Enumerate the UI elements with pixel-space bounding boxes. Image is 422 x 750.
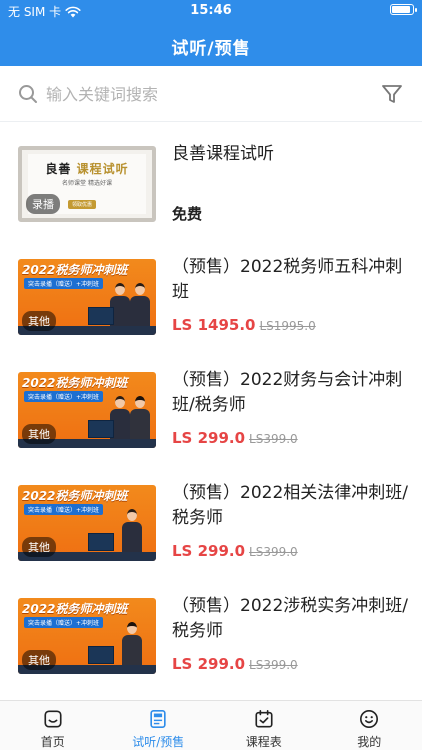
teacher-figure <box>130 283 150 326</box>
thumb-headline: 2022税务师冲刺班 <box>22 376 128 390</box>
course-title: （预售）2022税务师五科冲刺班 <box>172 257 403 302</box>
course-item[interactable]: 良善 课程试听 名师课堂 精选好课 领取优惠 录播 良善课程试听 免费 <box>0 130 422 243</box>
thumb-subline: 突击录播（赠送）+冲刺班 <box>24 617 104 628</box>
price: LS 299.0 <box>172 655 246 673</box>
course-thumbnail: 2022税务师冲刺班 突击录播（赠送）+冲刺班 其他 <box>18 485 156 561</box>
original-price: LS399.0 <box>249 545 298 559</box>
teacher-figure <box>122 509 142 552</box>
tab-home[interactable]: 首页 <box>0 701 106 750</box>
course-type-badge: 其他 <box>22 424 56 444</box>
course-type-badge: 其他 <box>22 650 56 670</box>
search-icon <box>19 85 37 103</box>
course-item[interactable]: 2022税务师冲刺班 突击录播（赠送）+冲刺班 其他 （预售）2022税务师五科… <box>0 243 422 356</box>
price-row: LS 299.0 LS399.0 <box>172 429 298 447</box>
thumb-headline: 2022税务师冲刺班 <box>22 602 128 616</box>
thumb-headline: 2022税务师冲刺班 <box>22 263 128 277</box>
page-title: 试听/预售 <box>171 39 251 59</box>
tab-label: 首页 <box>40 735 65 749</box>
thumb-subline: 突击录播（赠送）+冲刺班 <box>24 504 104 515</box>
teacher-figure <box>122 622 142 665</box>
tab-schedule[interactable]: 课程表 <box>211 701 317 750</box>
course-item[interactable]: 2022税务师冲刺班 突击录播（赠送）+冲刺班 其他 （预售）2022涉税实务冲… <box>0 582 422 695</box>
thumb-headline: 良善 课程试听 <box>45 162 129 176</box>
course-thumbnail: 良善 课程试听 名师课堂 精选好课 领取优惠 录播 <box>18 146 156 222</box>
original-price: LS399.0 <box>249 658 298 672</box>
thumb-pill: 领取优惠 <box>68 200 97 209</box>
course-title: （预售）2022涉税实务冲刺班/税务师 <box>172 596 408 641</box>
price-row: LS 299.0 LS399.0 <box>172 655 298 673</box>
price: LS 299.0 <box>172 542 246 560</box>
smiley-icon <box>360 710 379 728</box>
course-thumbnail: 2022税务师冲刺班 突击录播（赠送）+冲刺班 其他 <box>18 372 156 448</box>
teacher-figure <box>130 396 150 439</box>
price-row: LS 299.0 LS399.0 <box>172 542 298 560</box>
original-price: LS1995.0 <box>259 319 316 333</box>
course-title: 良善课程试听 <box>172 144 274 164</box>
home-icon <box>44 710 62 728</box>
course-type-badge: 其他 <box>22 311 56 331</box>
tab-bar: 首页 试听/预售 课程表 我的 <box>0 700 422 750</box>
thumb-headline: 2022税务师冲刺班 <box>22 489 128 503</box>
price-row: LS 1495.0 LS1995.0 <box>172 316 316 334</box>
search-input[interactable] <box>46 80 346 108</box>
thumb-subline: 名师课堂 精选好课 <box>62 180 112 187</box>
free-label: 免费 <box>172 205 203 223</box>
price: LS 299.0 <box>172 429 246 447</box>
course-type-badge: 录播 <box>26 194 60 214</box>
course-item[interactable]: 2022税务师冲刺班 突击录播（赠送）+冲刺班 其他 （预售）2022相关法律冲… <box>0 469 422 582</box>
course-item[interactable]: 2022税务师冲刺班 突击录播（赠送）+冲刺班 其他 （预售）2022财务与会计… <box>0 356 422 469</box>
header: 无 SIM 卡 15:46 试听/预售 <box>0 0 422 66</box>
tab-trial-presale[interactable]: 试听/预售 <box>106 701 212 750</box>
calendar-check-icon <box>255 710 273 728</box>
price: LS 1495.0 <box>172 316 256 334</box>
thumb-screen <box>88 307 114 325</box>
thumb-screen <box>88 533 114 551</box>
tab-mine[interactable]: 我的 <box>317 701 422 750</box>
course-type-badge: 其他 <box>22 537 56 557</box>
tab-label: 我的 <box>357 735 382 749</box>
tab-label: 课程表 <box>245 735 282 749</box>
status-time: 15:46 <box>190 3 232 18</box>
document-icon <box>150 710 166 728</box>
course-list: 良善 课程试听 名师课堂 精选好课 领取优惠 录播 良善课程试听 免费 2022… <box>0 130 422 695</box>
thumb-subline: 突击录播（赠送）+冲刺班 <box>24 391 104 402</box>
course-title: （预售）2022相关法律冲刺班/税务师 <box>172 483 408 528</box>
course-thumbnail: 2022税务师冲刺班 突击录播（赠送）+冲刺班 其他 <box>18 259 156 335</box>
thumb-screen <box>88 420 114 438</box>
thumb-screen <box>88 646 114 664</box>
status-bar: 无 SIM 卡 15:46 <box>0 0 422 22</box>
tab-label: 试听/预售 <box>132 735 185 749</box>
thumb-subline: 突击录播（赠送）+冲刺班 <box>24 278 104 289</box>
course-title: （预售）2022财务与会计冲刺班/税务师 <box>172 370 403 415</box>
course-thumbnail: 2022税务师冲刺班 突击录播（赠送）+冲刺班 其他 <box>18 598 156 674</box>
search-bar <box>0 66 422 122</box>
original-price: LS399.0 <box>249 432 298 446</box>
battery-icon <box>390 4 417 15</box>
filter-icon[interactable] <box>380 82 404 106</box>
